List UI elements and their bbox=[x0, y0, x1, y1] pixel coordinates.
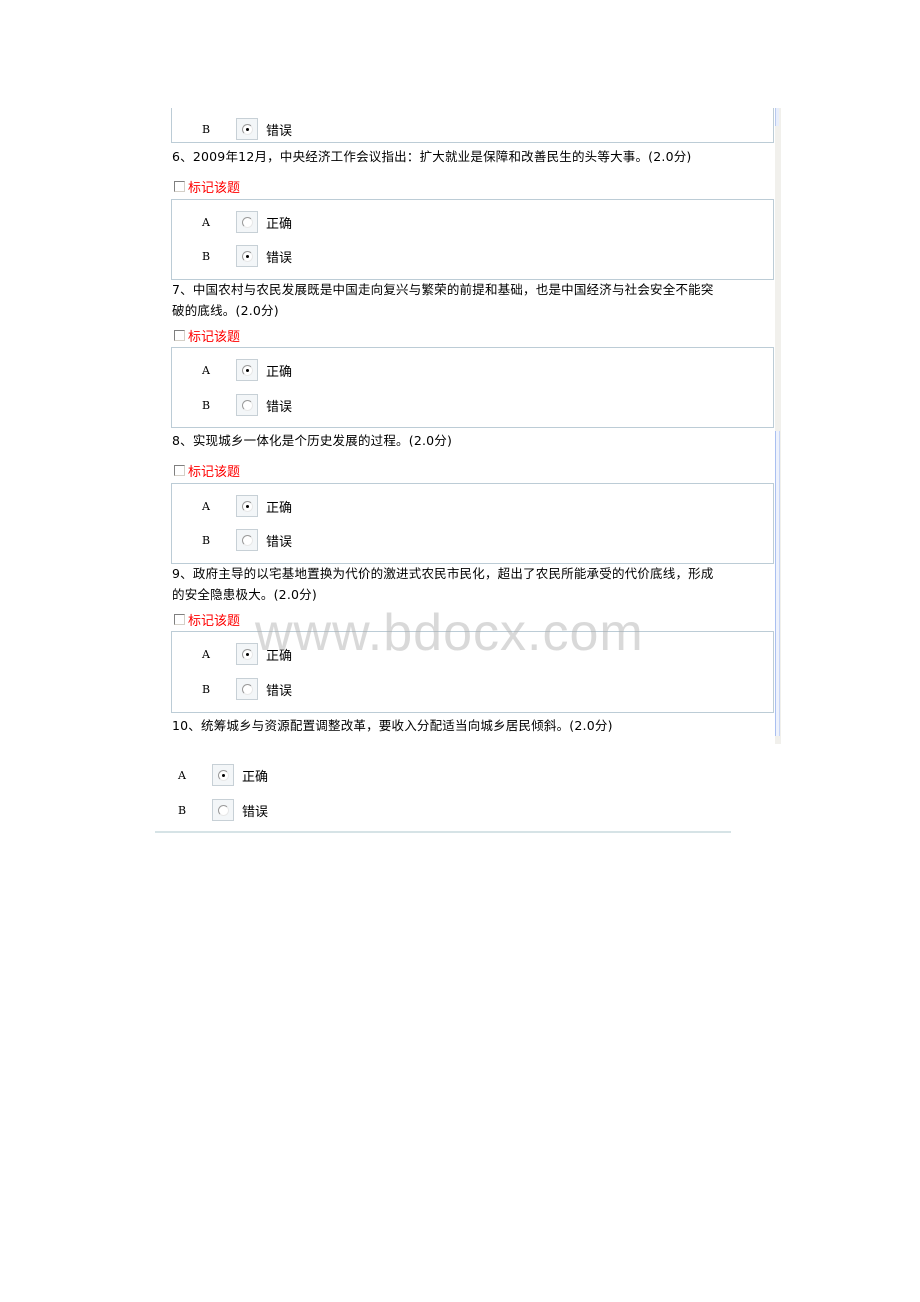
mark-checkbox[interactable] bbox=[174, 613, 185, 625]
question-5-options: B 错误 bbox=[171, 108, 774, 143]
option-text: 错误 bbox=[266, 683, 293, 699]
radio-selected-icon[interactable] bbox=[241, 123, 253, 135]
option-a[interactable]: A 正确 bbox=[202, 495, 292, 517]
radio-selected-icon[interactable] bbox=[241, 500, 253, 512]
radio-wrapper[interactable] bbox=[212, 764, 234, 786]
question-7-mark[interactable]: 标记该题 bbox=[174, 326, 241, 345]
option-letter: B bbox=[202, 398, 211, 412]
option-text: 正确 bbox=[266, 216, 293, 232]
option-b[interactable]: B 错误 bbox=[202, 245, 292, 267]
option-text: 正确 bbox=[266, 364, 293, 380]
question-7-text-line1: 7、中国农村与农民发展既是中国走向复兴与繁荣的前提和基础，也是中国经济与社会安全… bbox=[172, 282, 714, 297]
radio-wrapper[interactable] bbox=[236, 643, 258, 665]
question-9-mark[interactable]: 标记该题 bbox=[174, 610, 241, 629]
option-b[interactable]: B 错误 bbox=[202, 394, 292, 416]
option-letter: B bbox=[202, 122, 211, 136]
option-letter: B bbox=[178, 803, 187, 817]
question-7-options: A 正确 B 错误 bbox=[171, 347, 774, 428]
option-text: 正确 bbox=[266, 648, 293, 664]
option-letter: A bbox=[178, 768, 186, 782]
question-6-mark[interactable]: 标记该题 bbox=[174, 177, 241, 196]
question-7-text-line2: 破的底线。(2.0分) bbox=[172, 303, 279, 318]
radio-wrapper[interactable] bbox=[212, 799, 234, 821]
mark-checkbox[interactable] bbox=[174, 464, 185, 476]
mark-checkbox[interactable] bbox=[174, 329, 185, 341]
radio-selected-icon[interactable] bbox=[217, 769, 229, 781]
mark-label: 标记该题 bbox=[188, 613, 241, 629]
divider-line bbox=[155, 831, 731, 833]
question-10-text: 10、统筹城乡与资源配置调整改革，要收入分配适当向城乡居民倾斜。(2.0分) bbox=[172, 718, 613, 733]
radio-selected-icon[interactable] bbox=[241, 364, 253, 376]
radio-wrapper[interactable] bbox=[236, 495, 258, 517]
option-a[interactable]: A 正确 bbox=[202, 643, 292, 665]
option-text: 正确 bbox=[266, 500, 293, 516]
option-letter: B bbox=[202, 249, 211, 263]
option-text: 正确 bbox=[242, 769, 269, 785]
radio-selected-icon[interactable] bbox=[241, 648, 253, 660]
option-text: 错误 bbox=[266, 250, 293, 266]
option-b[interactable]: B 错误 bbox=[202, 529, 292, 551]
option-letter: B bbox=[202, 533, 211, 547]
mark-checkbox[interactable] bbox=[174, 180, 185, 192]
option-letter: B bbox=[202, 682, 211, 696]
question-6-text: 6、2009年12月，中央经济工作会议指出：扩大就业是保障和改善民生的头等大事。… bbox=[172, 149, 692, 164]
option-a[interactable]: A 正确 bbox=[202, 359, 292, 381]
radio-wrapper[interactable] bbox=[236, 678, 258, 700]
option-letter: A bbox=[202, 215, 210, 229]
mark-label: 标记该题 bbox=[188, 180, 241, 196]
radio-selected-icon[interactable] bbox=[241, 250, 253, 262]
radio-unselected-icon[interactable] bbox=[241, 534, 253, 546]
quiz-screenshot: B 错误 6、2009年12月，中央经济工作会议指出：扩大就业是保障和改善民生的… bbox=[168, 108, 781, 744]
option-text: 错误 bbox=[266, 534, 293, 550]
radio-unselected-icon[interactable] bbox=[241, 683, 253, 695]
mark-label: 标记该题 bbox=[188, 464, 241, 480]
option-b[interactable]: B 错误 bbox=[202, 118, 292, 140]
option-text: 错误 bbox=[266, 399, 293, 415]
radio-wrapper[interactable] bbox=[236, 394, 258, 416]
radio-wrapper[interactable] bbox=[236, 245, 258, 267]
radio-unselected-icon[interactable] bbox=[217, 804, 229, 816]
question-9-text-line1: 9、政府主导的以宅基地置换为代价的激进式农民市民化，超出了农民所能承受的代价底线… bbox=[172, 566, 714, 581]
radio-unselected-icon[interactable] bbox=[241, 399, 253, 411]
question-6-options: A 正确 B 错误 bbox=[171, 199, 774, 280]
option-letter: A bbox=[202, 647, 210, 661]
question-9-text-line2: 的安全隐患极大。(2.0分) bbox=[172, 587, 317, 602]
option-a[interactable]: A 正确 bbox=[202, 211, 292, 233]
question-8-options: A 正确 B 错误 bbox=[171, 483, 774, 564]
radio-wrapper[interactable] bbox=[236, 118, 258, 140]
option-letter: A bbox=[202, 363, 210, 377]
question-9-options: A 正确 B 错误 bbox=[171, 631, 774, 713]
radio-unselected-icon[interactable] bbox=[241, 216, 253, 228]
question-8-mark[interactable]: 标记该题 bbox=[174, 461, 241, 480]
scrollbar-thumb-top[interactable] bbox=[775, 108, 779, 126]
radio-wrapper[interactable] bbox=[236, 211, 258, 233]
radio-wrapper[interactable] bbox=[236, 529, 258, 551]
mark-label: 标记该题 bbox=[188, 329, 241, 345]
option-text: 错误 bbox=[242, 804, 269, 820]
question-10-option-a[interactable]: A 正确 bbox=[178, 764, 268, 786]
option-letter: A bbox=[202, 499, 210, 513]
radio-wrapper[interactable] bbox=[236, 359, 258, 381]
option-text: 错误 bbox=[266, 123, 293, 139]
option-b[interactable]: B 错误 bbox=[202, 678, 292, 700]
question-8-text: 8、实现城乡一体化是个历史发展的过程。(2.0分) bbox=[172, 433, 453, 448]
scrollbar-thumb[interactable] bbox=[775, 431, 780, 736]
question-10-option-b[interactable]: B 错误 bbox=[178, 799, 268, 821]
